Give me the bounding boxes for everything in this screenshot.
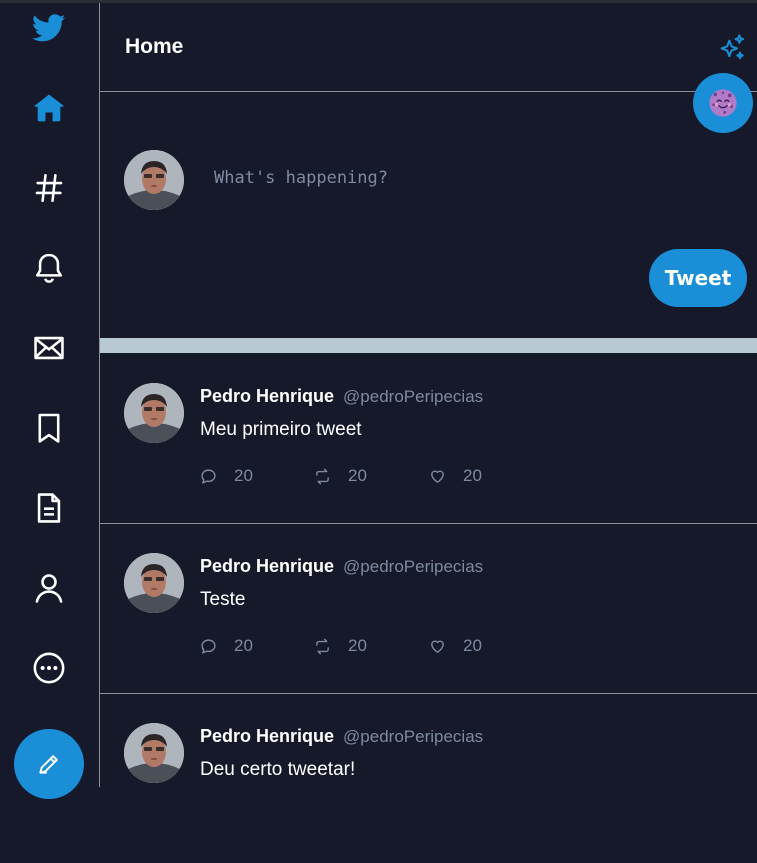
avatar [124,553,184,613]
retweet-count: 20 [348,636,367,655]
nav-explore-icon[interactable] [29,168,69,208]
page-title: Home [125,35,184,58]
nav-messages-icon[interactable] [29,328,69,368]
like-count: 20 [463,636,482,655]
bookmark-icon [38,413,60,443]
account-avatar-button[interactable] [693,73,753,133]
home-icon [34,94,64,122]
user-photo-icon [124,723,184,783]
tweet-header: Pedro Henrique @pedroPeripecias [200,556,483,577]
avatar [124,150,184,210]
tweet-item[interactable]: Pedro Henrique @pedroPeripecias Deu cert… [100,693,757,863]
main-timeline: Home Tweet [100,3,757,787]
smiling-cookie-icon [709,89,737,117]
reply-button[interactable]: 20 [200,636,253,656]
reply-icon [201,638,216,654]
timeline-header: Home [100,3,757,92]
nav-notifications-icon[interactable] [29,248,69,288]
tweet-text: Meu primeiro tweet [200,419,362,440]
like-button[interactable]: 20 [429,636,482,656]
profile-icon [35,574,63,603]
section-divider [100,338,757,353]
reply-count: 20 [234,636,253,655]
nav-more-icon[interactable] [29,648,69,688]
author-handle[interactable]: @pedroPeripecias [343,727,483,746]
compose-input[interactable] [212,162,616,194]
avatar [124,723,184,783]
mail-icon [34,336,64,360]
lists-icon [37,493,61,523]
tweet-header: Pedro Henrique @pedroPeripecias [200,726,483,747]
author-name[interactable]: Pedro Henrique [200,556,334,576]
user-photo-icon [124,553,184,613]
heart-icon [431,470,444,483]
avatar [124,383,184,443]
more-icon [33,652,65,684]
like-count: 20 [463,466,482,485]
like-button[interactable]: 20 [429,466,482,486]
tweet-text: Deu certo tweetar! [200,759,356,780]
reply-button[interactable]: 20 [200,466,253,486]
tweet-header: Pedro Henrique @pedroPeripecias [200,386,483,407]
twitter-bird-icon [32,14,66,42]
tweet-item[interactable]: Pedro Henrique @pedroPeripecias Teste 20… [100,523,757,694]
user-photo-icon [124,383,184,443]
author-handle[interactable]: @pedroPeripecias [343,387,483,406]
reply-icon [201,468,216,484]
tweet-button[interactable]: Tweet [649,249,747,307]
nav-home-icon[interactable] [29,88,69,128]
retweet-button[interactable]: 20 [314,636,367,656]
heart-icon [431,640,444,653]
nav-lists-icon[interactable] [29,488,69,528]
retweet-icon [316,468,329,484]
tweet-item[interactable]: Pedro Henrique @pedroPeripecias Meu prim… [100,353,757,524]
retweet-count: 20 [348,466,367,485]
sparkle-icon[interactable] [716,32,748,64]
bell-icon [35,253,63,283]
nav-profile-icon[interactable] [29,568,69,608]
author-handle[interactable]: @pedroPeripecias [343,557,483,576]
retweet-icon [316,638,329,654]
reply-count: 20 [234,466,253,485]
pencil-icon [39,755,58,774]
sidebar-nav [0,3,100,799]
author-name[interactable]: Pedro Henrique [200,726,334,746]
compose-tweet-button[interactable] [14,729,84,799]
retweet-button[interactable]: 20 [314,466,367,486]
compose-box: Tweet [100,92,757,338]
author-name[interactable]: Pedro Henrique [200,386,334,406]
twitter-logo-icon[interactable] [29,8,69,48]
tweet-text: Teste [200,589,246,610]
nav-bookmarks-icon[interactable] [29,408,69,448]
user-photo-icon [124,150,184,210]
hashtag-icon [35,173,63,203]
